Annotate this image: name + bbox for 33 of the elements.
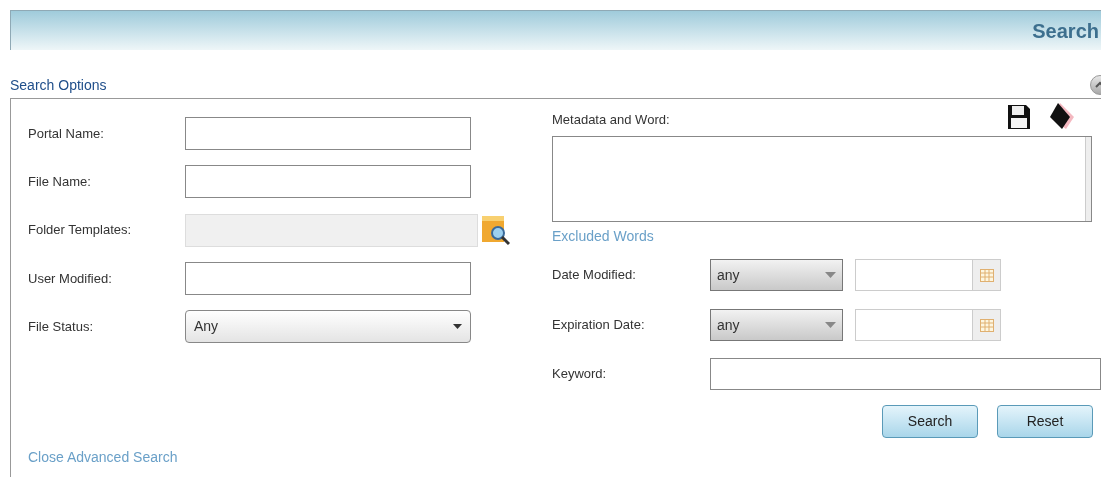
caret-icon bbox=[825, 322, 836, 328]
keyword-field[interactable] bbox=[710, 358, 1101, 390]
caret-icon bbox=[825, 272, 836, 278]
calendar-button[interactable] bbox=[972, 310, 1000, 340]
calendar-button[interactable] bbox=[972, 260, 1000, 290]
field-label: Date Modified: bbox=[552, 266, 637, 285]
eraser-icon[interactable] bbox=[1048, 101, 1076, 131]
save-icon[interactable] bbox=[1006, 103, 1032, 131]
field-label: Keyword: bbox=[552, 365, 608, 384]
page-title: Search bbox=[1032, 18, 1099, 44]
field-label: User Modified: bbox=[28, 269, 113, 288]
action-button[interactable]: Reset bbox=[997, 405, 1093, 438]
text-field[interactable] bbox=[185, 262, 471, 295]
field-label: Expiration Date: bbox=[552, 316, 646, 335]
dropdown[interactable]: any bbox=[710, 309, 843, 341]
date-field[interactable] bbox=[855, 259, 1001, 291]
calendar-icon bbox=[979, 268, 994, 282]
field-label: Metadata and Word: bbox=[552, 110, 670, 129]
dropdown[interactable]: any bbox=[710, 259, 843, 291]
date-field[interactable] bbox=[855, 309, 1001, 341]
field-label: File Name: bbox=[28, 172, 92, 191]
field-label: File Status: bbox=[28, 317, 95, 336]
metadata-text-area[interactable] bbox=[552, 136, 1092, 222]
caret-icon bbox=[453, 324, 462, 329]
dropdown[interactable]: Any bbox=[185, 310, 471, 343]
field-label: Portal Name: bbox=[28, 124, 105, 143]
section-title: Search Options bbox=[10, 75, 107, 95]
calendar-icon bbox=[979, 318, 994, 332]
folder-search-icon[interactable] bbox=[480, 213, 512, 247]
text-field[interactable] bbox=[185, 165, 471, 198]
field-label: Folder Templates: bbox=[28, 221, 133, 240]
action-button[interactable]: Search bbox=[882, 405, 978, 438]
text-field[interactable] bbox=[185, 117, 471, 150]
